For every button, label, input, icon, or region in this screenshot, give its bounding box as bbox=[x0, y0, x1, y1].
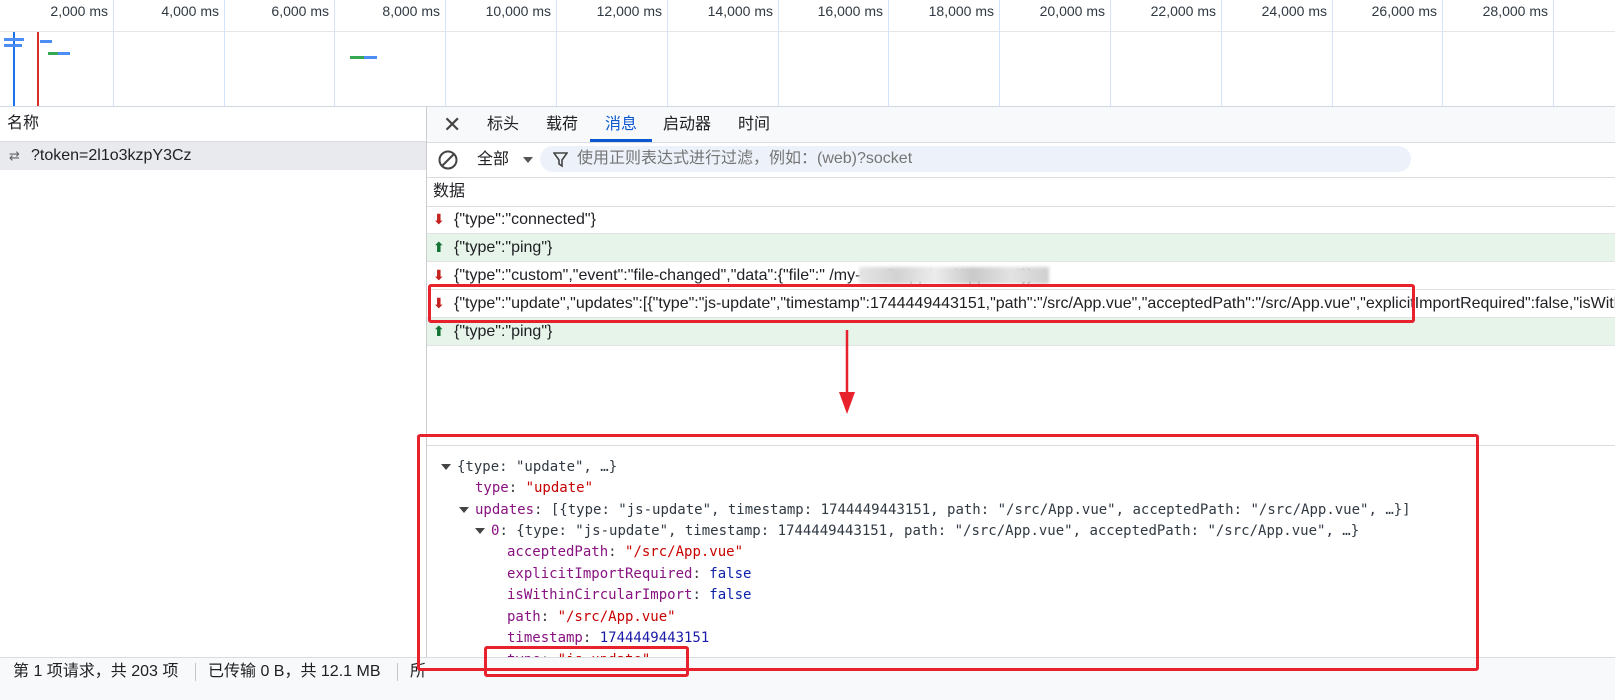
close-detail-button[interactable]: ✕ bbox=[443, 107, 463, 142]
close-icon: ✕ bbox=[443, 112, 462, 137]
websocket-icon: ⇄ bbox=[9, 148, 20, 163]
waterfall-bar bbox=[48, 52, 58, 55]
timeline-tick-label: 20,000 ms bbox=[1039, 3, 1105, 19]
data-column-header: 数据 bbox=[427, 178, 1615, 207]
waterfall-bar bbox=[350, 56, 364, 59]
timeline-tick-label: 18,000 ms bbox=[928, 3, 994, 19]
waterfall-bar bbox=[58, 52, 70, 55]
message-type-select[interactable]: 全部 bbox=[477, 143, 534, 177]
transferred-status: 已传输 0 B，共 12.1 MB bbox=[208, 663, 381, 680]
message-row[interactable]: ⬇ {"type":"connected"} bbox=[427, 206, 1615, 234]
timeline-tick-label: 26,000 ms bbox=[1371, 3, 1437, 19]
timeline-gridline bbox=[334, 0, 335, 106]
message-text: {"type":"ping"} bbox=[454, 323, 553, 340]
request-count-status: 第 1 项请求，共 203 项 bbox=[13, 663, 179, 680]
timeline-gridline bbox=[1553, 0, 1554, 106]
annotation-box-detail-tree bbox=[417, 434, 1479, 671]
message-text: {"type":"connected"} bbox=[454, 211, 596, 228]
request-name: ?token=2l1o3kzpY3Cz bbox=[31, 147, 192, 164]
timeline-header-separator bbox=[0, 31, 1615, 32]
timeline-gridline bbox=[667, 0, 668, 106]
waterfall-bar bbox=[364, 56, 377, 59]
name-column-header[interactable]: 名称 bbox=[0, 107, 426, 142]
message-type-value: 全部 bbox=[477, 151, 510, 168]
data-column-label: 数据 bbox=[433, 183, 466, 200]
timeline-tick-label: 28,000 ms bbox=[1482, 3, 1548, 19]
tab-messages[interactable]: 消息 bbox=[590, 107, 653, 142]
waterfall-bar bbox=[40, 40, 52, 43]
timeline-gridline bbox=[999, 0, 1000, 106]
timeline-tick-label: 4,000 ms bbox=[161, 3, 219, 19]
clear-messages-button[interactable] bbox=[437, 149, 459, 171]
chevron-down-icon bbox=[523, 156, 534, 163]
load-marker-line bbox=[37, 32, 39, 106]
status-divider bbox=[195, 663, 196, 681]
tab-headers[interactable]: 标头 bbox=[487, 107, 519, 142]
timeline-tick-label: 2,000 ms bbox=[50, 3, 108, 19]
timeline-gridline bbox=[1442, 0, 1443, 106]
annotation-arrow bbox=[839, 330, 855, 414]
timeline-tick-label: 10,000 ms bbox=[485, 3, 551, 19]
waterfall-bar bbox=[4, 38, 24, 41]
timeline-tick-label: 16,000 ms bbox=[817, 3, 883, 19]
message-filter-input[interactable] bbox=[540, 146, 1411, 172]
clear-icon bbox=[438, 150, 458, 170]
timeline-tick-label: 24,000 ms bbox=[1261, 3, 1327, 19]
timeline-gridline bbox=[113, 0, 114, 106]
timeline-gridline bbox=[556, 0, 557, 106]
status-divider bbox=[397, 663, 398, 681]
tab-timing[interactable]: 时间 bbox=[738, 107, 770, 142]
timeline-tick-label: 8,000 ms bbox=[382, 3, 440, 19]
name-column-label: 名称 bbox=[7, 115, 40, 132]
timeline-gridline bbox=[1221, 0, 1222, 106]
tab-initiator[interactable]: 启动器 bbox=[663, 107, 711, 142]
redacted-path-blur bbox=[859, 267, 1049, 284]
sent-arrow-icon: ⬆ bbox=[433, 239, 445, 255]
annotation-box-type-field bbox=[484, 646, 689, 677]
message-filter-bar: 全部 bbox=[427, 143, 1615, 178]
filter-icon bbox=[552, 152, 569, 173]
received-arrow-icon: ⬇ bbox=[433, 211, 445, 227]
timeline-gridline bbox=[888, 0, 889, 106]
annotation-box-selected-message bbox=[428, 284, 1415, 323]
tab-payload[interactable]: 载荷 bbox=[546, 107, 578, 142]
timeline-gridline bbox=[1110, 0, 1111, 106]
message-text: {"type":"ping"} bbox=[454, 239, 553, 256]
timeline-tick-label: 6,000 ms bbox=[271, 3, 329, 19]
request-list-pane: 名称 ⇄ ?token=2l1o3kzpY3Cz bbox=[0, 107, 427, 667]
timeline-tick-label: 12,000 ms bbox=[596, 3, 662, 19]
timeline-gridline bbox=[445, 0, 446, 106]
timeline-tick-label: 14,000 ms bbox=[707, 3, 773, 19]
message-row[interactable]: ⬆ {"type":"ping"} bbox=[427, 234, 1615, 262]
request-row[interactable]: ⇄ ?token=2l1o3kzpY3Cz bbox=[0, 142, 426, 170]
timeline-tick-label: 22,000 ms bbox=[1150, 3, 1216, 19]
waterfall-bar bbox=[4, 44, 22, 47]
detail-tabs-bar: ✕ 标头 载荷 消息 启动器 时间 bbox=[427, 107, 1615, 143]
network-overview-timeline[interactable]: 2,000 ms 4,000 ms 6,000 ms 8,000 ms 10,000 m… bbox=[0, 0, 1615, 107]
